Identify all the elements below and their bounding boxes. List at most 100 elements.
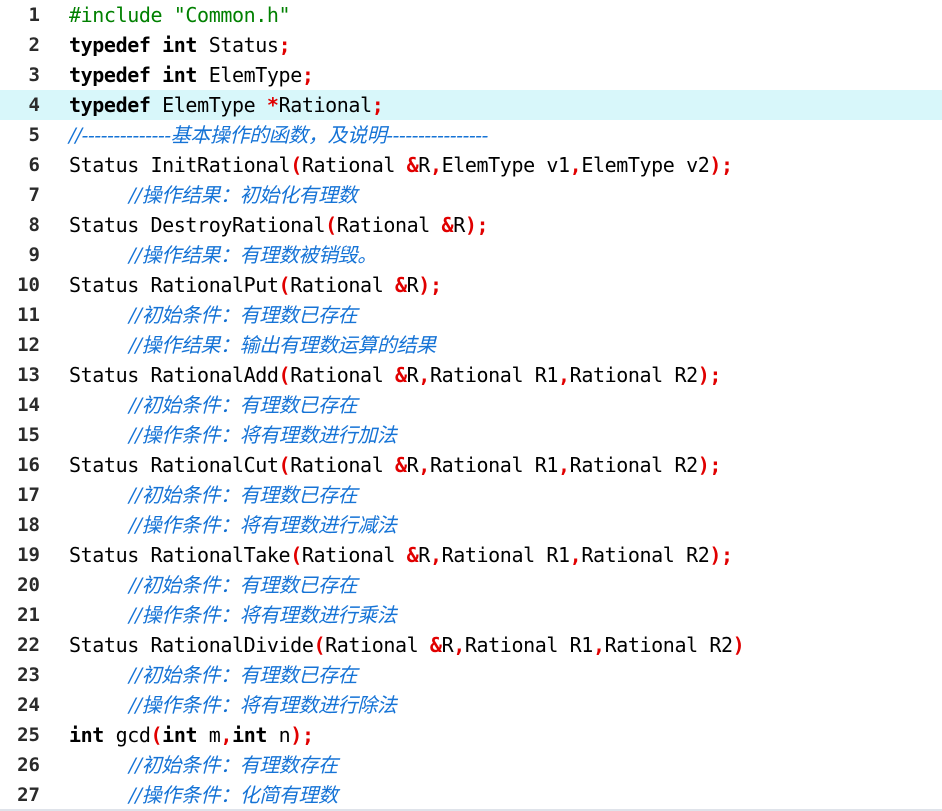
- code-line[interactable]: 11 //初始条件：有理数已存在: [0, 300, 942, 330]
- identifier-token: Status DestroyRational: [69, 213, 326, 237]
- code-text[interactable]: //操作条件：将有理数进行除法: [69, 690, 397, 720]
- line-number: 3: [28, 64, 40, 86]
- code-text[interactable]: //初始条件：有理数已存在: [69, 300, 358, 330]
- code-line-current[interactable]: 4 typedef ElemType *Rational;: [0, 90, 942, 120]
- operator-token: ,: [558, 363, 570, 387]
- code-line[interactable]: 9 //操作结果：有理数被销毁。: [0, 240, 942, 270]
- code-line[interactable]: 12 //操作结果：输出有理数运算的结果: [0, 330, 942, 360]
- operator-token: ): [732, 633, 745, 657]
- code-text[interactable]: //操作条件：将有理数进行乘法: [69, 600, 397, 630]
- code-text[interactable]: //操作条件：将有理数进行减法: [69, 510, 397, 540]
- operator-token: );: [709, 543, 733, 567]
- code-text[interactable]: Status RationalPut(Rational &R);: [69, 270, 442, 300]
- code-text[interactable]: Status RationalCut(Rational &R,Rational …: [69, 450, 721, 480]
- code-line[interactable]: 8 Status DestroyRational(Rational &R);: [0, 210, 942, 240]
- code-text[interactable]: //初始条件：有理数已存在: [69, 570, 358, 600]
- identifier-token: R: [418, 543, 430, 567]
- code-text[interactable]: //--------------基本操作的函数，及说明-------------…: [69, 120, 488, 150]
- identifier-token: R: [406, 453, 419, 477]
- operator-token: );: [418, 273, 442, 297]
- identifier-token: Rational: [290, 273, 395, 297]
- code-text[interactable]: #include "Common.h": [69, 0, 291, 30]
- code-text[interactable]: Status DestroyRational(Rational &R);: [69, 210, 489, 240]
- code-line[interactable]: 26 //初始条件：有理数存在: [0, 750, 942, 780]
- line-number: 11: [17, 304, 40, 326]
- identifier-token: Rational: [325, 633, 430, 657]
- code-text[interactable]: Status RationalAdd(Rational &R,Rational …: [69, 360, 721, 390]
- code-line[interactable]: 25 int gcd(int m,int n);: [0, 720, 942, 750]
- comment-token: //初始条件：有理数存在: [129, 753, 338, 777]
- line-number: 24: [17, 694, 40, 716]
- line-number: 22: [17, 634, 40, 656]
- code-text[interactable]: //初始条件：有理数存在: [69, 750, 338, 780]
- code-line[interactable]: 1 #include "Common.h": [0, 0, 942, 30]
- code-text[interactable]: typedef int ElemType;: [69, 60, 314, 90]
- code-line[interactable]: 23 //初始条件：有理数已存在: [0, 660, 942, 690]
- code-line[interactable]: 5 //--------------基本操作的函数，及说明------------…: [0, 120, 942, 150]
- operator-token: ,: [220, 723, 233, 747]
- code-line[interactable]: 18 //操作条件：将有理数进行减法: [0, 510, 942, 540]
- operator-token: &: [394, 453, 407, 477]
- identifier-token: Status RationalTake: [69, 543, 291, 567]
- identifier-token: Status: [197, 33, 279, 57]
- code-text[interactable]: //初始条件：有理数已存在: [69, 660, 358, 690]
- code-editor[interactable]: 1 #include "Common.h" 2 typedef int Status;…: [0, 0, 942, 811]
- code-line[interactable]: 22 Status RationalDivide(Rational &R,Rati…: [0, 630, 942, 660]
- code-text[interactable]: int gcd(int m,int n);: [69, 720, 314, 750]
- code-line[interactable]: 15 //操作条件：将有理数进行加法: [0, 420, 942, 450]
- keyword-token: typedef int: [69, 63, 198, 87]
- code-line[interactable]: 14 //初始条件：有理数已存在: [0, 390, 942, 420]
- line-number: 8: [28, 214, 40, 236]
- code-line[interactable]: 27 //操作条件：化简有理数: [0, 780, 942, 810]
- code-text[interactable]: //操作条件：将有理数进行加法: [69, 420, 397, 450]
- line-number: 18: [17, 514, 40, 536]
- code-line[interactable]: 21 //操作条件：将有理数进行乘法: [0, 600, 942, 630]
- code-text[interactable]: //操作条件：化简有理数: [69, 780, 338, 810]
- identifier-token: R: [418, 153, 430, 177]
- line-number: 6: [28, 154, 40, 176]
- operator-token: ,: [569, 543, 582, 567]
- keyword-token: int: [69, 723, 104, 747]
- code-text[interactable]: //初始条件：有理数已存在: [69, 390, 358, 420]
- operator-token: ,: [558, 453, 570, 477]
- code-line[interactable]: 6 Status InitRational(Rational &R,ElemTyp…: [0, 150, 942, 180]
- code-line[interactable]: 17 //初始条件：有理数已存在: [0, 480, 942, 510]
- identifier-token: R: [453, 213, 465, 237]
- identifier-token: Rational R2: [581, 543, 710, 567]
- code-line[interactable]: 19 Status RationalTake(Rational &R,Ration…: [0, 540, 942, 570]
- operator-token: (: [278, 273, 291, 297]
- code-line[interactable]: 2 typedef int Status;: [0, 30, 942, 60]
- operator-token: *: [266, 93, 279, 117]
- code-text[interactable]: Status InitRational(Rational &R,ElemType…: [69, 150, 733, 180]
- code-text[interactable]: //操作结果：有理数被销毁。: [69, 240, 377, 270]
- code-text[interactable]: typedef ElemType *Rational;: [69, 90, 384, 120]
- code-line[interactable]: 3 typedef int ElemType;: [0, 60, 942, 90]
- code-line[interactable]: 16 Status RationalCut(Rational &R,Rationa…: [0, 450, 942, 480]
- code-line[interactable]: 20 //初始条件：有理数已存在: [0, 570, 942, 600]
- code-text[interactable]: Status RationalTake(Rational &R,Rational…: [69, 540, 733, 570]
- code-line[interactable]: 7 //操作结果：初始化有理数: [0, 180, 942, 210]
- line-number: 21: [17, 604, 40, 626]
- code-line[interactable]: 24 //操作条件：将有理数进行除法: [0, 690, 942, 720]
- code-text[interactable]: //操作结果：输出有理数运算的结果: [69, 330, 436, 360]
- code-line[interactable]: 13 Status RationalAdd(Rational &R,Rationa…: [0, 360, 942, 390]
- code-text[interactable]: typedef int Status;: [69, 30, 291, 60]
- comment-token: //操作条件：化简有理数: [129, 783, 338, 807]
- code-line[interactable]: 10 Status RationalPut(Rational &R);: [0, 270, 942, 300]
- identifier-token: Rational: [278, 93, 373, 117]
- line-number: 10: [17, 274, 40, 296]
- identifier-token: gcd: [103, 723, 151, 747]
- operator-token: ,: [429, 543, 442, 567]
- identifier-token: Rational R1: [429, 363, 559, 387]
- operator-token: ,: [592, 633, 605, 657]
- line-number: 13: [17, 364, 40, 386]
- code-text[interactable]: Status RationalDivide(Rational &R,Ration…: [69, 630, 745, 660]
- code-text[interactable]: //初始条件：有理数已存在: [69, 480, 358, 510]
- comment-token: //初始条件：有理数已存在: [129, 483, 358, 507]
- comment-token: //操作条件：将有理数进行乘法: [129, 603, 397, 627]
- operator-token: ,: [429, 153, 442, 177]
- operator-token: (: [278, 363, 291, 387]
- code-text[interactable]: //操作结果：初始化有理数: [69, 180, 358, 210]
- line-number: 26: [17, 754, 40, 776]
- identifier-token: Rational R1: [464, 633, 593, 657]
